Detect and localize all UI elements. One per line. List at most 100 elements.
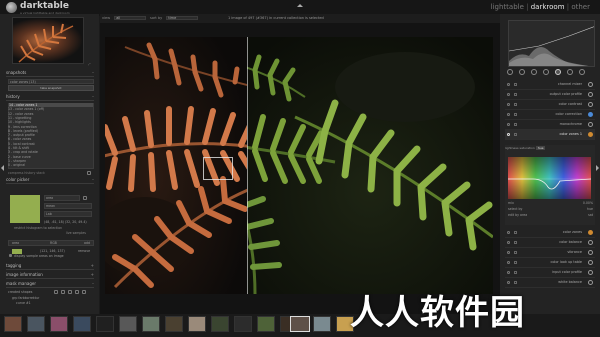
tab-hue[interactable]: hue (535, 146, 546, 150)
presets-icon[interactable] (514, 281, 517, 284)
collapse-icon[interactable]: – (92, 94, 94, 99)
module-output-color-profile[interactable]: output color profile (505, 90, 595, 100)
collapse-right-arrow-icon[interactable] (596, 165, 599, 171)
module-color-lookup-table[interactable]: color look up table (505, 258, 595, 268)
expand-icon[interactable]: + (91, 272, 94, 277)
add-sample-button[interactable]: add (84, 241, 94, 245)
image-information-header[interactable]: image information + (6, 272, 94, 279)
presets-icon[interactable] (514, 251, 517, 254)
module-color-zones[interactable]: color zones (505, 228, 595, 238)
power-icon[interactable] (507, 241, 510, 244)
power-icon[interactable] (507, 271, 510, 274)
module-input-color-profile[interactable]: input color profile (505, 268, 595, 278)
basic-group-icon[interactable] (531, 69, 537, 75)
shape-brush-icon[interactable] (75, 290, 79, 294)
power-icon[interactable] (507, 133, 510, 136)
filmstrip-thumbnail[interactable] (234, 316, 252, 332)
tab-saturation[interactable]: saturation (520, 146, 535, 150)
color-picker-header[interactable]: color picker – (6, 177, 94, 184)
presets-icon[interactable] (514, 103, 517, 106)
mode-lighttable[interactable]: lighttable (491, 3, 524, 11)
filmstrip-thumbnail[interactable] (27, 316, 45, 332)
power-icon[interactable] (507, 93, 510, 96)
shape-ellipse-icon[interactable] (61, 290, 65, 294)
main-image[interactable] (105, 37, 493, 294)
filmstrip-thumbnail[interactable] (119, 316, 137, 332)
filmstrip-thumbnail[interactable] (188, 316, 206, 332)
view-select[interactable]: all (114, 16, 147, 20)
presets-icon[interactable] (514, 271, 517, 274)
restrict-histogram-toggle[interactable]: restrict histogram to selection (14, 226, 94, 230)
color-zones-graph[interactable] (508, 157, 591, 199)
module-color-zones-1[interactable]: color zones 1 (505, 130, 595, 140)
remove-sample-button[interactable]: remove (78, 249, 94, 253)
filmstrip-thumbnail[interactable] (211, 316, 229, 332)
collapse-left-arrow-icon[interactable] (1, 165, 4, 171)
shape-path-icon[interactable] (68, 290, 72, 294)
navigation-thumbnail[interactable] (12, 17, 84, 64)
presets-icon[interactable] (514, 261, 517, 264)
filmstrip-thumbnail[interactable] (142, 316, 160, 332)
compress-history-button[interactable]: compress history stack (8, 171, 94, 175)
correct-group-icon[interactable] (567, 69, 573, 75)
mask-manager-header[interactable]: mask manager – (6, 281, 94, 288)
tab-lightness[interactable]: lightness (505, 146, 519, 150)
history-item[interactable]: 0 - original (8, 163, 94, 167)
mask-group-item[interactable]: grp farbkorrektur (12, 296, 98, 300)
collapse-icon[interactable]: – (92, 281, 94, 286)
color-picker-sample-area[interactable] (203, 157, 233, 180)
sample-space[interactable]: RGB (50, 241, 62, 245)
filmstrip-thumbnail[interactable] (4, 316, 22, 332)
filmstrip-thumbnail[interactable] (50, 316, 68, 332)
presets-icon[interactable] (514, 113, 517, 116)
snapshots-header[interactable]: snapshots – (6, 70, 94, 77)
module-channel-mixer[interactable]: channel mixer (505, 80, 595, 90)
expand-icon[interactable]: + (91, 263, 94, 268)
filmstrip-thumbnail[interactable] (313, 316, 331, 332)
slider-mix-value[interactable]: 0.00% (575, 201, 593, 205)
collapse-icon[interactable]: – (92, 70, 94, 75)
history-header[interactable]: history – (6, 94, 94, 101)
filmstrip-thumbnail[interactable] (96, 316, 114, 332)
shape-gradient-icon[interactable] (82, 290, 86, 294)
collapse-top-arrow-icon[interactable] (297, 4, 303, 7)
mode-darkroom[interactable]: darkroom (531, 3, 565, 11)
power-icon[interactable] (507, 261, 510, 264)
filmstrip-thumbnail[interactable] (73, 316, 91, 332)
power-icon[interactable] (507, 113, 510, 116)
module-monochrome[interactable]: monochrome (505, 120, 595, 130)
module-color-contrast[interactable]: color contrast (505, 100, 595, 110)
color-group-icon[interactable] (555, 69, 561, 75)
zoom-level[interactable]: ⤢ (88, 62, 90, 66)
active-modules-icon[interactable] (507, 69, 513, 75)
tone-group-icon[interactable] (543, 69, 549, 75)
histogram[interactable] (508, 20, 595, 67)
filmstrip-thumbnail[interactable] (257, 316, 275, 332)
collapse-icon[interactable]: – (92, 177, 94, 182)
power-icon[interactable] (507, 123, 510, 126)
presets-icon[interactable] (514, 133, 517, 136)
effect-group-icon[interactable] (579, 69, 585, 75)
sample-mode[interactable]: area (12, 241, 24, 245)
power-icon[interactable] (507, 231, 510, 234)
power-icon[interactable] (507, 281, 510, 284)
presets-icon[interactable] (514, 231, 517, 234)
eyedropper-icon[interactable] (83, 196, 87, 200)
compress-icon[interactable] (87, 171, 91, 175)
filmstrip-thumbnail[interactable] (165, 316, 183, 332)
mask-curve-item[interactable]: curve #1 (16, 301, 102, 305)
before-after-split-line[interactable] (247, 37, 248, 294)
presets-icon[interactable] (514, 123, 517, 126)
mode-other[interactable]: other (571, 3, 590, 11)
module-color-balance[interactable]: color balance (505, 238, 595, 248)
module-vibrance[interactable]: vibrance (505, 248, 595, 258)
filmstrip-thumbnail-active[interactable] (290, 316, 310, 332)
sort-select[interactable]: time (166, 16, 199, 20)
presets-icon[interactable] (514, 83, 517, 86)
display-samples-checkbox[interactable] (9, 254, 12, 257)
module-color-correction[interactable]: color correction (505, 110, 595, 120)
select-by-value[interactable]: hue (575, 207, 593, 211)
shape-circle-icon[interactable] (54, 290, 58, 294)
power-icon[interactable] (507, 103, 510, 106)
take-snapshot-button[interactable]: take snapshot (8, 85, 94, 91)
